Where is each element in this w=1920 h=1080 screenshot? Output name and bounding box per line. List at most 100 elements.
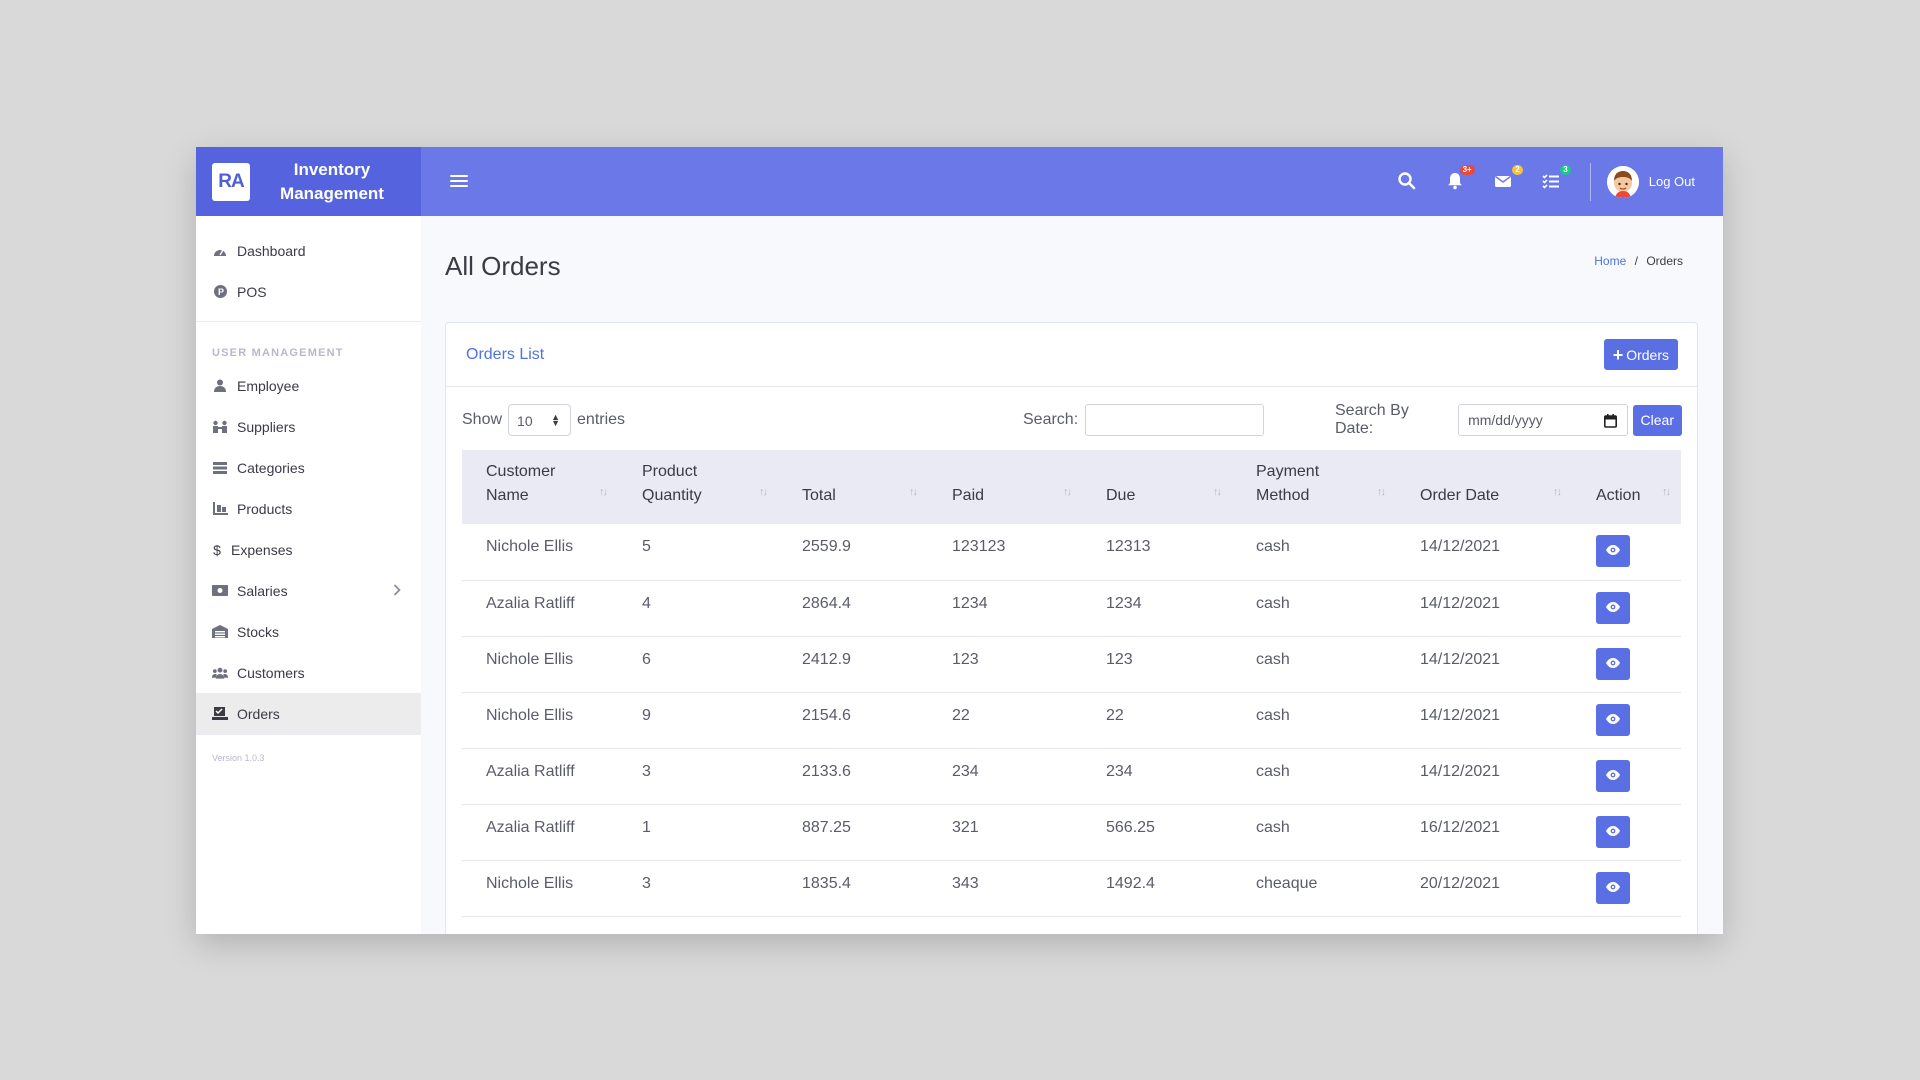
envelope-icon[interactable]: 2 (1493, 164, 1523, 193)
cell-total: 1835.4 (802, 874, 851, 892)
sidebar-item-customers[interactable]: Customers (196, 652, 421, 693)
cell-customer-name: Azalia Ratliff (486, 594, 575, 612)
view-order-button[interactable] (1596, 591, 1630, 624)
sidebar-item-expenses[interactable]: $ Expenses (196, 529, 421, 570)
cell-customer-name: Nichole Ellis (486, 874, 574, 892)
cell-due: 566.25 (1106, 818, 1155, 836)
sort-icon[interactable]: ↑↓ (1063, 480, 1072, 504)
sidebar-item-orders[interactable]: Orders (196, 693, 421, 734)
view-order-button[interactable] (1596, 871, 1630, 904)
cell-paid: 343 (952, 874, 979, 892)
cell-product-quantity: 5 (642, 538, 651, 555)
sort-icon[interactable]: ↑↓ (1662, 480, 1671, 504)
sidebar-item-salaries[interactable]: Salaries (196, 570, 421, 611)
column-header-label: Action (1596, 487, 1641, 504)
calendar-icon[interactable] (1603, 414, 1617, 431)
cell-order-date: 14/12/2021 (1420, 706, 1501, 724)
sidebar-item-products[interactable]: Products (196, 488, 421, 529)
show-label: Show (462, 411, 503, 428)
cell-payment-method: cash (1256, 706, 1290, 724)
column-header-customer-name[interactable]: Customer Name ↑↓ (462, 450, 618, 524)
orders-table: Customer Name ↑↓ Product Quantity ↑↓ Total ↑↓ Pa… (462, 450, 1681, 917)
notifications-badge: 3+ (1459, 164, 1475, 175)
column-header-label: Quantity (642, 487, 702, 504)
cell-total: 2864.4 (802, 594, 851, 612)
cell-product-quantity: 3 (642, 762, 651, 780)
column-header-action[interactable]: Action ↑↓ (1572, 450, 1681, 524)
tasks-icon[interactable]: 3 (1541, 164, 1571, 193)
topbar-divider (1589, 162, 1591, 201)
column-header-label: Method (1256, 487, 1310, 504)
bell-icon[interactable]: 3+ (1445, 164, 1475, 193)
table-row: Nichole Ellis 3 1835.4 343 1492.4 cheaque 20/1… (462, 860, 1681, 916)
column-header-label: Paid (952, 487, 985, 504)
sort-icon[interactable]: ↑↓ (759, 480, 768, 504)
menu-toggle-icon[interactable] (450, 169, 468, 193)
sidebar-item-label: Products (237, 500, 293, 517)
column-header-label: Product (642, 463, 698, 480)
page-length-control: Show 10 ▲ ▼ entries (462, 403, 625, 437)
sidebar-item-employee[interactable]: Employee (196, 365, 421, 406)
view-order-button[interactable] (1596, 815, 1630, 848)
column-header-total[interactable]: Total ↑↓ (778, 450, 928, 524)
sort-icon[interactable]: ↑↓ (1553, 480, 1562, 504)
select-arrows-icon: ▲ ▼ (551, 412, 561, 428)
sort-icon[interactable]: ↑↓ (909, 480, 918, 504)
eye-icon (1606, 599, 1620, 617)
column-header-due[interactable]: Due ↑↓ (1082, 450, 1232, 524)
column-header-payment-method[interactable]: Payment Method ↑↓ (1232, 450, 1396, 524)
column-header-label: Payment (1256, 463, 1320, 480)
sidebar-item-dashboard[interactable]: Dashboard (196, 230, 421, 271)
clear-button[interactable]: Clear (1632, 404, 1682, 436)
cell-due: 22 (1106, 706, 1124, 724)
search-input[interactable] (1085, 404, 1265, 436)
orders-icon (212, 707, 228, 721)
view-order-button[interactable] (1596, 703, 1630, 736)
column-header-order-date[interactable]: Order Date ↑↓ (1396, 450, 1572, 524)
column-header-paid[interactable]: Paid ↑↓ (928, 450, 1082, 524)
entries-select[interactable]: 10 ▲ ▼ (508, 404, 572, 436)
cell-paid: 234 (952, 762, 979, 780)
sort-icon[interactable]: ↑↓ (1377, 480, 1386, 504)
sidebar: Dashboard P POS USER MANAGEMENT Employee… (196, 216, 421, 934)
sort-icon[interactable]: ↑↓ (1213, 480, 1222, 504)
list-icon (212, 461, 228, 475)
svg-text:P: P (218, 287, 224, 297)
logout-link[interactable]: Log Out (1649, 174, 1695, 189)
view-order-button[interactable] (1596, 535, 1630, 567)
column-header-label: Customer (486, 463, 556, 480)
card-header: Orders List + Orders (446, 323, 1697, 387)
cell-customer-name: Nichole Ellis (486, 650, 574, 668)
breadcrumb-current: Orders (1646, 254, 1683, 268)
version-text: Version 1.0.3 (212, 753, 265, 763)
sidebar-item-suppliers[interactable]: Suppliers (196, 406, 421, 447)
cell-action (1572, 580, 1681, 636)
sidebar-item-label: Salaries (237, 582, 288, 599)
sidebar-item-label: Categories (237, 459, 305, 476)
date-input[interactable]: mm/dd/yyyy (1458, 404, 1628, 436)
search-icon[interactable] (1397, 171, 1419, 193)
user-menu[interactable]: Log Out (1606, 165, 1695, 198)
cell-order-date: 16/12/2021 (1420, 818, 1501, 836)
sort-icon[interactable]: ↑↓ (599, 480, 608, 504)
cell-product-quantity: 6 (642, 650, 651, 668)
cell-due: 123 (1106, 650, 1133, 668)
cell-order-date: 14/12/2021 (1420, 650, 1501, 668)
cell-payment-method: cheaque (1256, 874, 1318, 892)
pos-icon: P (212, 285, 228, 299)
breadcrumb-home-link[interactable]: Home (1594, 254, 1626, 268)
sidebar-item-categories[interactable]: Categories (196, 447, 421, 488)
table-header-row: Customer Name ↑↓ Product Quantity ↑↓ Total ↑↓ Pa… (462, 450, 1681, 524)
brand[interactable]: RA Inventory Management (196, 147, 421, 216)
view-order-button[interactable] (1596, 759, 1630, 792)
add-order-button[interactable]: + Orders (1603, 339, 1678, 370)
brand-logo: RA (212, 162, 250, 201)
column-header-product-quantity[interactable]: Product Quantity ↑↓ (618, 450, 778, 524)
cell-paid: 321 (952, 818, 979, 836)
sidebar-item-stocks[interactable]: Stocks (196, 611, 421, 652)
sidebar-heading: USER MANAGEMENT (212, 347, 344, 359)
users-icon (212, 666, 228, 680)
view-order-button[interactable] (1596, 647, 1630, 680)
cell-action (1572, 636, 1681, 692)
sidebar-item-pos[interactable]: P POS (196, 271, 421, 312)
